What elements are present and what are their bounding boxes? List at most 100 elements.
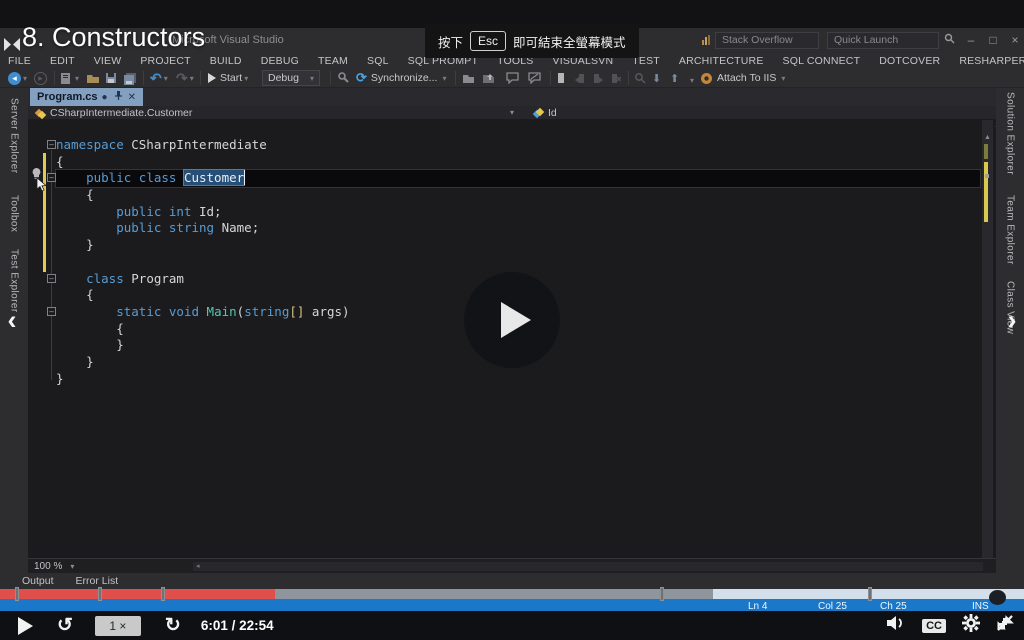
scroll-up-icon[interactable]: ▲ — [984, 134, 991, 141]
member-dropdown[interactable]: Id — [534, 107, 557, 119]
stack-overflow-search-input[interactable]: Stack Overflow — [715, 32, 819, 49]
navigate-forward-button[interactable]: ▸ — [34, 70, 47, 86]
change-tracking-bar — [43, 153, 46, 272]
side-tab-toolbox[interactable]: Toolbox — [9, 191, 20, 236]
type-dropdown[interactable]: CSharpIntermediate.Customer — [50, 107, 192, 119]
progress-marker — [660, 587, 664, 601]
menu-dotcover[interactable]: DOTCOVER — [879, 55, 940, 67]
navigation-bar: CSharpIntermediate.Customer ▾ Id — [28, 106, 996, 120]
solution-config-dropdown[interactable]: Debug▾ — [262, 70, 320, 86]
quick-launch-input[interactable]: Quick Launch — [827, 32, 939, 49]
next-bookmark-button[interactable] — [593, 70, 603, 86]
progress-marker — [15, 587, 19, 601]
comment-button[interactable] — [506, 70, 520, 86]
outline-guide — [51, 150, 52, 380]
bookmark-next-icon — [593, 73, 603, 84]
menu-sql[interactable]: SQL — [367, 55, 389, 67]
exit-fullscreen-button[interactable] — [996, 614, 1014, 637]
save-button[interactable] — [105, 70, 117, 86]
gear-icon — [962, 614, 980, 632]
undo-button[interactable]: ↶▾ — [150, 70, 168, 86]
new-project-button[interactable]: ▾ — [60, 70, 79, 86]
replay-button[interactable]: ↺ — [57, 611, 73, 640]
attach-to-iis-button[interactable]: Attach To IIS▾ — [700, 70, 785, 86]
video-title: 8. Constructors — [22, 22, 205, 53]
class-icon — [36, 109, 44, 117]
fold-toggle-icon[interactable]: – — [47, 274, 56, 283]
menu-project[interactable]: PROJECT — [140, 55, 190, 67]
menu-view[interactable]: VIEW — [94, 55, 122, 67]
save-all-button[interactable] — [123, 70, 137, 86]
editor-vertical-scrollbar[interactable]: ▲ — [982, 120, 993, 558]
play-triangle-icon — [501, 302, 531, 338]
tab-pin-icon[interactable] — [114, 91, 122, 103]
volume-button[interactable] — [886, 615, 906, 636]
search-icon[interactable] — [940, 31, 958, 49]
minimize-button[interactable]: – — [962, 31, 980, 49]
maximize-button[interactable]: □ — [984, 31, 1002, 49]
big-play-button[interactable] — [464, 272, 560, 368]
open-file-button[interactable] — [86, 70, 100, 86]
video-progress-bar[interactable] — [0, 589, 1024, 599]
chevron-down-icon[interactable]: ▾ — [510, 108, 514, 117]
captions-button[interactable]: CC — [922, 619, 946, 633]
navigate-back-button[interactable]: ◂▾ — [8, 70, 27, 86]
menu-build[interactable]: BUILD — [210, 55, 242, 67]
prev-bookmark-button[interactable] — [575, 70, 585, 86]
side-tab-solution-explorer[interactable]: Solution Explorer — [1005, 88, 1016, 179]
bookmark-button[interactable] — [557, 70, 565, 86]
tab-title: Program.cs — [37, 91, 98, 103]
menu-debug[interactable]: DEBUG — [261, 55, 299, 67]
move-up-button[interactable]: ⬆ — [670, 70, 679, 86]
menu-architecture[interactable]: ARCHITECTURE — [679, 55, 764, 67]
redo-button[interactable]: ↷▾ — [176, 70, 194, 86]
code-line-3: public class Customer — [56, 170, 980, 187]
zoom-level-dropdown[interactable]: 100 % — [34, 561, 62, 572]
progress-played — [0, 589, 275, 599]
tab-program-cs[interactable]: Program.cs ● ✕ — [30, 88, 143, 106]
synchronize-button[interactable]: ⟳ Synchronize...▾ — [356, 70, 446, 86]
menu-resharper[interactable]: RESHARPER — [959, 55, 1024, 67]
send-feedback-icon[interactable] — [701, 34, 712, 46]
menu-team[interactable]: TEAM — [318, 55, 348, 67]
resharper-find-button[interactable] — [634, 70, 646, 86]
fold-toggle-icon[interactable]: – — [47, 307, 56, 316]
code-line-4: { — [56, 187, 980, 204]
folder-arrow-icon — [482, 73, 495, 84]
fold-toggle-icon[interactable]: – — [47, 173, 56, 182]
attach-iis-icon — [700, 72, 713, 85]
panel-tab-output[interactable]: Output — [22, 575, 54, 587]
uncomment-button[interactable] — [528, 70, 542, 86]
fullscreen-esc-toast: 按下 Esc 即可結束全螢幕模式 — [425, 24, 639, 58]
tab-close-icon[interactable]: ✕ — [128, 92, 136, 103]
reload-button[interactable]: ↻ — [165, 611, 181, 640]
menu-sql-connect[interactable]: SQL CONNECT — [783, 55, 861, 67]
playback-speed-button[interactable]: 1 × — [95, 616, 141, 636]
editor-horizontal-scrollbar[interactable]: ◂ — [193, 562, 983, 571]
panel-tab-error-list[interactable]: Error List — [76, 575, 119, 587]
browse-with-button[interactable] — [482, 70, 495, 86]
prev-video-button[interactable]: ‹ — [2, 303, 22, 339]
zoom-caret-icon[interactable]: ▾ — [70, 562, 74, 571]
settings-button[interactable] — [962, 614, 980, 637]
open-in-browser-button[interactable] — [462, 70, 475, 86]
back-arrow-icon: ◂ — [8, 72, 21, 85]
forward-arrow-icon: ▸ — [34, 72, 47, 85]
play-button[interactable] — [18, 617, 33, 635]
scroll-thumb[interactable] — [985, 174, 989, 178]
clear-bookmarks-button[interactable] — [611, 70, 621, 86]
fold-toggle-icon[interactable]: – — [47, 140, 56, 149]
arrow-up-icon: ⬆ — [670, 72, 679, 85]
menu-edit[interactable]: EDIT — [50, 55, 75, 67]
code-line-15: } — [56, 371, 980, 388]
start-debug-button[interactable]: Start▾ — [208, 70, 248, 86]
bookmark-icon — [557, 72, 565, 84]
video-control-bar: ↺ 1 × ↻ 6:01 / 22:54 CC — [0, 611, 1024, 640]
side-tab-server-explorer[interactable]: Server Explorer — [9, 94, 20, 177]
resharper-inspect-button[interactable] — [338, 70, 350, 86]
move-down-button[interactable]: ⬇ — [652, 70, 661, 86]
side-tab-team-explorer[interactable]: Team Explorer — [1005, 191, 1016, 269]
next-video-button[interactable]: › — [1002, 303, 1022, 339]
esc-key-badge: Esc — [470, 31, 506, 51]
close-button[interactable]: × — [1006, 31, 1024, 49]
